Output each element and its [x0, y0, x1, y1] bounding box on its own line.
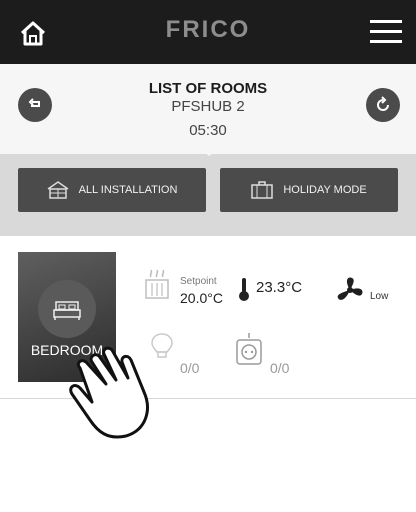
room-circle: [38, 280, 96, 338]
brand-logo: FRICO: [165, 16, 251, 43]
setpoint-value[interactable]: 20.0°C: [180, 290, 223, 306]
back-arrow-icon: [28, 98, 40, 107]
tap-hand-icon: [62, 340, 182, 445]
setpoint-label: Setpoint: [180, 276, 217, 287]
room-temperature: 23.3°C: [256, 279, 303, 296]
fan-level: Low: [370, 291, 389, 302]
building-icon: [47, 181, 69, 199]
refresh-button[interactable]: [366, 88, 400, 122]
top-bar: FRICO: [0, 0, 416, 64]
page-title: LIST OF ROOMS: [148, 80, 268, 97]
hub-name: PFSHUB 2: [171, 98, 245, 115]
socket-icon[interactable]: [236, 332, 262, 371]
holiday-mode-label: HOLIDAY MODE: [283, 184, 367, 196]
refresh-icon: [377, 96, 389, 111]
all-installation-label: ALL INSTALLATION: [78, 184, 178, 196]
header-pointer: [197, 146, 221, 156]
back-button[interactable]: [18, 88, 52, 122]
holiday-mode-button[interactable]: HOLIDAY MODE: [220, 168, 398, 212]
all-installation-button[interactable]: ALL INSTALLATION: [18, 168, 206, 212]
bed-icon: [53, 301, 81, 320]
light-status: 0/0: [180, 360, 200, 376]
rooms-header: LIST OF ROOMS PFSHUB 2 05:30: [0, 64, 416, 154]
current-time: 05:30: [189, 122, 227, 139]
hamburger-menu-icon[interactable]: [370, 18, 402, 46]
suitcase-icon: [251, 181, 274, 199]
fan-icon[interactable]: [334, 274, 366, 311]
thermometer-icon: [238, 276, 250, 307]
socket-status: 0/0: [270, 360, 290, 376]
heater-icon: [144, 268, 170, 305]
app-screen: FRICO LIST OF ROOMS PFSHUB 2 05:30 ALL I…: [0, 0, 416, 512]
